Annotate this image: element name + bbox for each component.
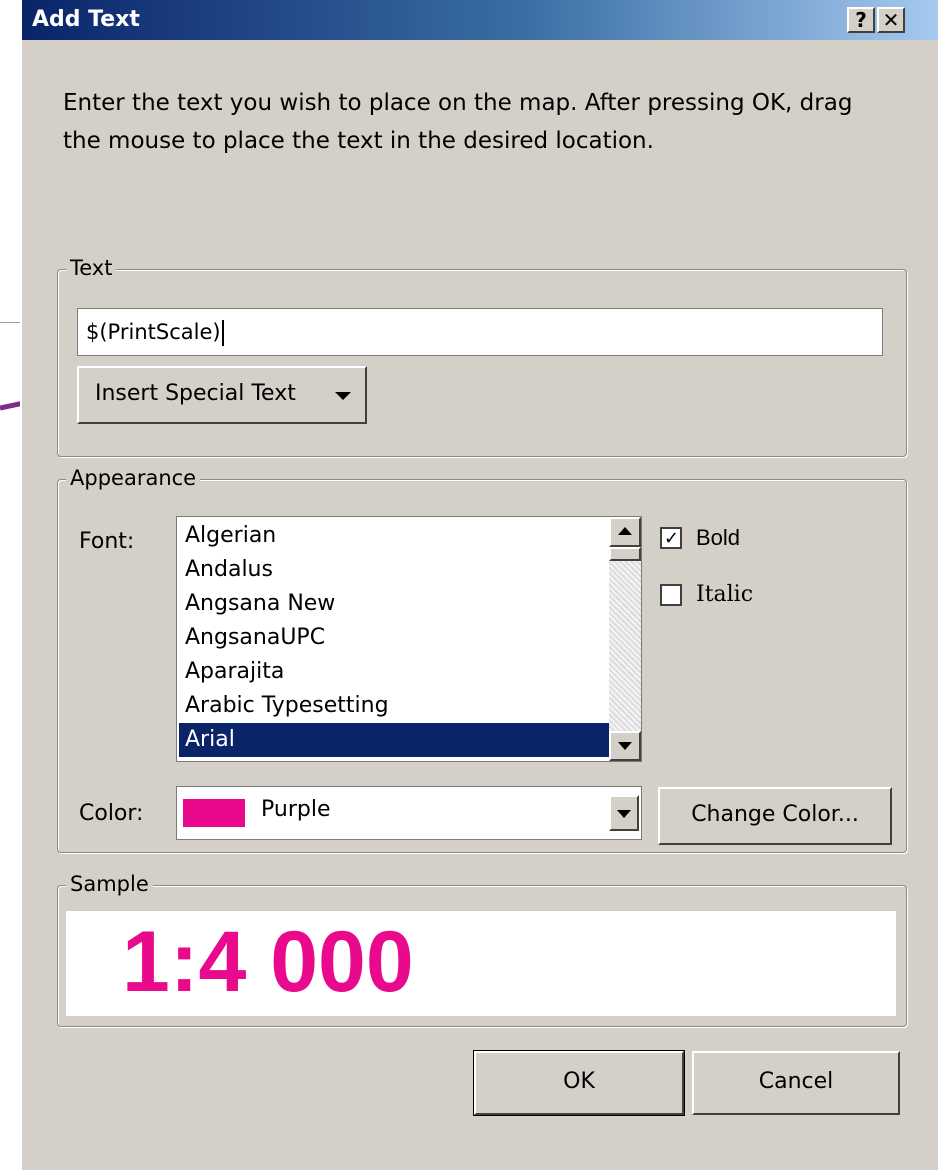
insert-special-text-button[interactable]: Insert Special Text xyxy=(77,366,367,424)
arrow-up-icon xyxy=(618,527,632,535)
color-swatch xyxy=(183,799,245,827)
sample-group: Sample 1:4 000 xyxy=(57,870,907,1027)
bold-label: Bold xyxy=(696,525,741,550)
ok-button[interactable]: OK xyxy=(474,1051,684,1115)
font-label: Font: xyxy=(79,529,135,554)
scroll-down-button[interactable] xyxy=(609,731,641,761)
sample-text: 1:4 000 xyxy=(122,914,414,1010)
bold-checkbox[interactable]: ✓ xyxy=(660,527,682,549)
font-list-item[interactable]: Arabic Typesetting xyxy=(179,689,611,723)
chevron-down-icon xyxy=(617,810,631,818)
sample-group-label: Sample xyxy=(66,870,153,898)
text-caret xyxy=(221,320,224,346)
color-label: Color: xyxy=(79,801,144,826)
font-list-item[interactable]: Angsana New xyxy=(179,587,611,621)
text-input[interactable]: $(PrintScale) xyxy=(77,308,883,356)
text-group: Text $(PrintScale) Insert Special Text xyxy=(57,254,907,457)
add-text-dialog: Add Text ? ✕ Enter the text you wish to … xyxy=(20,0,938,1170)
cancel-button[interactable]: Cancel xyxy=(692,1051,900,1115)
change-color-button[interactable]: Change Color... xyxy=(658,787,892,845)
color-name: Purple xyxy=(261,797,331,822)
font-listbox[interactable]: Algerian Andalus Angsana New AngsanaUPC … xyxy=(176,516,642,762)
arrow-down-icon xyxy=(618,742,632,750)
italic-checkbox-row[interactable]: Italic xyxy=(660,581,753,609)
sample-preview: 1:4 000 xyxy=(66,911,896,1016)
font-list-scrollbar[interactable] xyxy=(609,517,641,761)
font-list-item[interactable]: Andalus xyxy=(179,553,611,587)
font-list-item-selected[interactable]: Arial xyxy=(179,723,611,757)
checkmark-icon: ✓ xyxy=(664,528,680,549)
instructions-text: Enter the text you wish to place on the … xyxy=(63,90,853,154)
appearance-group-label: Appearance xyxy=(66,464,201,492)
font-list-item[interactable]: Aparajita xyxy=(179,655,611,689)
help-button[interactable]: ? xyxy=(847,7,875,33)
text-input-value: $(PrintScale) xyxy=(86,320,221,344)
font-list-item[interactable]: AngsanaUPC xyxy=(179,621,611,655)
font-list-item[interactable]: Algerian xyxy=(179,519,611,553)
scroll-up-button[interactable] xyxy=(609,517,641,547)
chevron-down-icon xyxy=(335,392,351,400)
italic-label: Italic xyxy=(696,582,754,607)
italic-checkbox[interactable] xyxy=(660,584,682,606)
title-bar[interactable]: Add Text ? ✕ xyxy=(22,0,938,40)
color-select[interactable]: Purple xyxy=(176,786,642,840)
scroll-thumb[interactable] xyxy=(609,547,641,561)
appearance-group: Appearance Font: Algerian Andalus Angsan… xyxy=(57,464,907,853)
color-dropdown-button[interactable] xyxy=(609,795,639,831)
bold-checkbox-row[interactable]: ✓ Bold xyxy=(660,524,740,552)
insert-special-text-label: Insert Special Text xyxy=(95,381,296,406)
text-group-label: Text xyxy=(66,254,117,282)
close-button[interactable]: ✕ xyxy=(877,7,905,33)
dialog-title: Add Text xyxy=(32,7,140,32)
